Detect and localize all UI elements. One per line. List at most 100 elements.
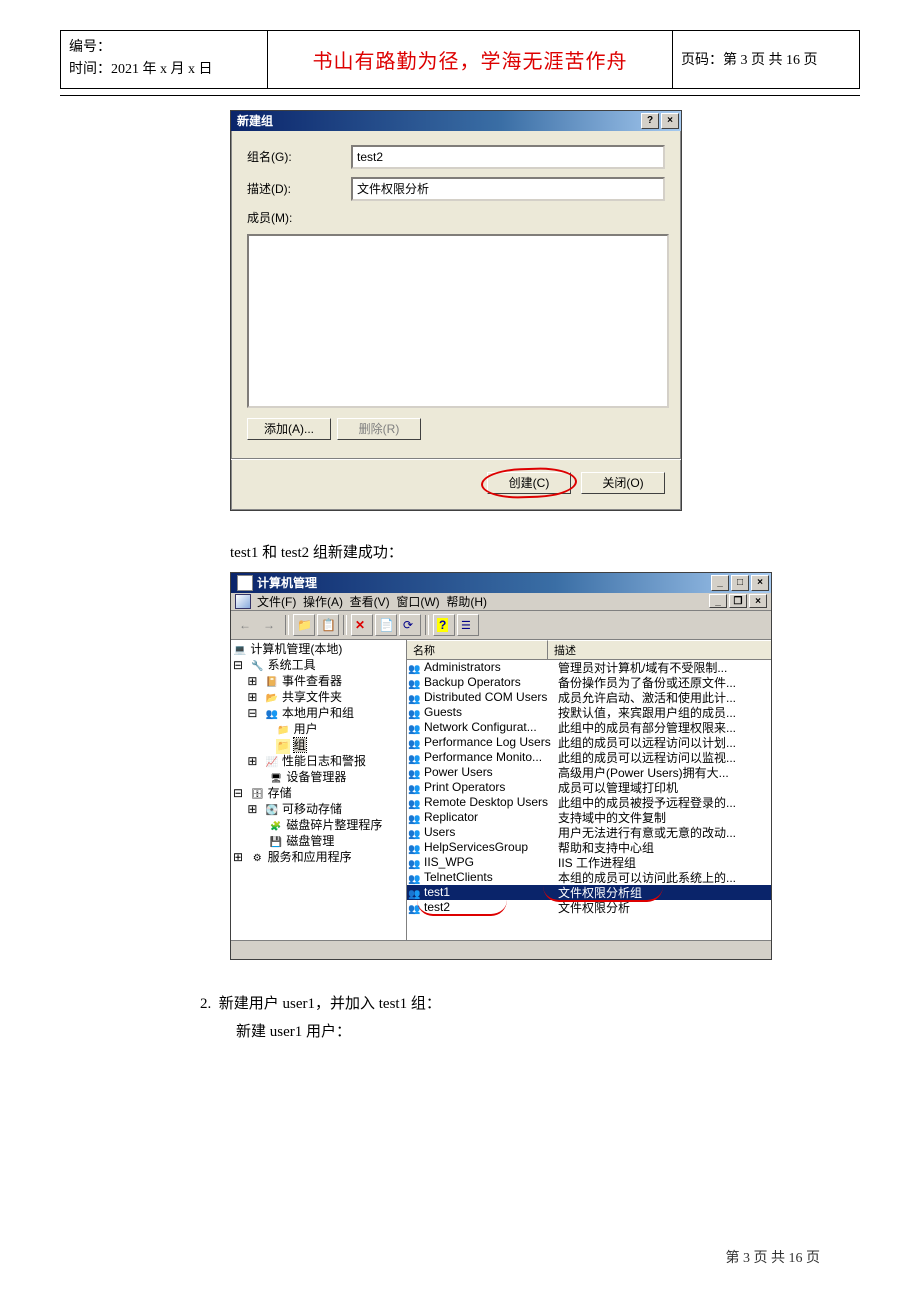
tree-localusers[interactable]: 本地用户和组 (282, 706, 354, 720)
group-row-telnetclients[interactable]: TelnetClients本组的成员可以访问此系统上的... (407, 870, 771, 885)
group-row-performance-monito-[interactable]: Performance Monito...此组的成员可以远程访问以监视... (407, 750, 771, 765)
group-row-iis-wpg[interactable]: IIS_WPGIIS 工作进程组 (407, 855, 771, 870)
group-row-test2[interactable]: test2文件权限分析 (407, 900, 771, 915)
tools-icon (250, 659, 264, 674)
header-motto-cell: 书山有路勤为径，学海无涯苦作舟 (268, 31, 673, 89)
list-header[interactable]: 名称 描述 (407, 640, 771, 660)
minimize-button[interactable]: _ (711, 575, 729, 591)
create-button[interactable]: 创建(C) (487, 472, 571, 494)
export-list-button[interactable] (375, 614, 397, 636)
mmc-icon (237, 575, 253, 591)
group-row-power-users[interactable]: Power Users高级用户(Power Users)拥有大... (407, 765, 771, 780)
group-icon (408, 826, 422, 839)
group-row-guests[interactable]: Guests按默认值，来宾跟用户组的成员... (407, 705, 771, 720)
tree-event[interactable]: 事件查看器 (282, 674, 342, 688)
properties-icon (321, 618, 335, 632)
menu-window[interactable]: 窗口(W) (396, 593, 439, 610)
properties-button[interactable] (317, 614, 339, 636)
add-button[interactable]: 添加(A)... (247, 418, 331, 440)
refresh-icon (403, 618, 417, 632)
tree-defrag[interactable]: 磁盘碎片整理程序 (286, 818, 382, 832)
close-dialog-button[interactable]: 关闭(O) (581, 472, 665, 494)
group-desc: 文件权限分析 (558, 899, 771, 916)
tree-view[interactable]: 计算机管理(本地) ⊟ 系统工具 ⊞ 事件查看器 ⊞ 共享文件夹 ⊟ 本地用户和… (231, 640, 406, 868)
motto-text: 书山有路勤为径，学海无涯苦作舟 (313, 51, 628, 73)
tree-dev[interactable]: 设备管理器 (286, 770, 346, 784)
group-row-network-configurat-[interactable]: Network Configurat...此组中的成员有部分管理权限来... (407, 720, 771, 735)
group-row-replicator[interactable]: Replicator支持域中的文件复制 (407, 810, 771, 825)
group-name: IIS_WPG (424, 855, 558, 869)
mdi-close-button[interactable]: × (749, 594, 767, 608)
menu-help[interactable]: 帮助(H) (446, 593, 487, 610)
mdi-minimize-button[interactable]: _ (709, 594, 727, 608)
tree-perf[interactable]: 性能日志和警报 (282, 754, 366, 768)
tree-root[interactable]: 计算机管理(本地) (250, 642, 342, 656)
close-icon: × (667, 115, 673, 126)
create-button-highlight: 创建(C) (487, 472, 571, 494)
group-row-print-operators[interactable]: Print Operators成员可以管理域打印机 (407, 780, 771, 795)
help-button-tb[interactable] (433, 614, 455, 636)
group-icon (408, 811, 422, 824)
group-icon (408, 841, 422, 854)
mdi-restore-button[interactable]: ❐ (729, 594, 747, 608)
refresh-button[interactable] (399, 614, 421, 636)
group-row-backup-operators[interactable]: Backup Operators备份操作员为了备份或还原文件... (407, 675, 771, 690)
group-name: TelnetClients (424, 870, 558, 884)
group-name: HelpServicesGroup (424, 840, 558, 854)
tree-systools[interactable]: 系统工具 (268, 658, 316, 672)
group-list[interactable]: Administrators管理员对计算机/域有不受限制...Backup Op… (407, 660, 771, 915)
group-row-test1[interactable]: test1文件权限分析组 (407, 885, 771, 900)
tree-shared[interactable]: 共享文件夹 (282, 690, 342, 704)
group-name: Users (424, 825, 558, 839)
tree-pane[interactable]: 计算机管理(本地) ⊟ 系统工具 ⊞ 事件查看器 ⊞ 共享文件夹 ⊟ 本地用户和… (231, 640, 407, 940)
group-name: Guests (424, 705, 558, 719)
window-close-button[interactable]: × (751, 575, 769, 591)
number-label: 编号： (69, 37, 259, 59)
tree-groups[interactable]: 组 (294, 738, 306, 752)
step-number: 2. (200, 996, 211, 1012)
doc-icon (235, 594, 251, 609)
col-desc[interactable]: 描述 (548, 640, 771, 659)
group-row-users[interactable]: Users用户无法进行有意或无意的改动... (407, 825, 771, 840)
group-row-helpservicesgroup[interactable]: HelpServicesGroup帮助和支持中心组 (407, 840, 771, 855)
group-name-input[interactable] (351, 145, 665, 169)
up-button[interactable] (293, 614, 315, 636)
disk-mgmt-icon (269, 835, 283, 850)
tree-services[interactable]: 服务和应用程序 (268, 850, 352, 864)
dialog-titlebar[interactable]: 新建组 ? × (231, 111, 681, 131)
group-name: Print Operators (424, 780, 558, 794)
tree-storage[interactable]: 存储 (268, 786, 292, 800)
tree-users[interactable]: 用户 (294, 722, 318, 736)
step-line2: 新建 user1 用户： (224, 1018, 820, 1047)
computer-management-window: 计算机管理 _ □ × 文件(F) 操作(A) 查看(V) 窗口(W) 帮助(H… (230, 572, 772, 960)
back-button[interactable] (235, 614, 257, 636)
header-page-cell: 页码：第 3 页 共 16 页 (673, 31, 860, 89)
group-row-remote-desktop-users[interactable]: Remote Desktop Users此组中的成员被授予远程登录的... (407, 795, 771, 810)
description-input[interactable] (351, 177, 665, 201)
group-name-label: 组名(G): (247, 148, 351, 165)
list-icon (461, 618, 475, 632)
views-button[interactable] (457, 614, 479, 636)
group-icon (408, 766, 422, 779)
group-icon (408, 781, 422, 794)
mmc-titlebar[interactable]: 计算机管理 _ □ × (231, 573, 771, 593)
tree-removable[interactable]: 可移动存储 (282, 802, 342, 816)
group-row-distributed-com-users[interactable]: Distributed COM Users成员允许启动、激活和使用此计... (407, 690, 771, 705)
menu-view[interactable]: 查看(V) (350, 593, 390, 610)
group-name: Power Users (424, 765, 558, 779)
group-row-administrators[interactable]: Administrators管理员对计算机/域有不受限制... (407, 660, 771, 675)
maximize-button[interactable]: □ (731, 575, 749, 591)
col-name[interactable]: 名称 (407, 640, 548, 659)
forward-button[interactable] (259, 614, 281, 636)
help-button[interactable]: ? (641, 113, 659, 129)
tree-diskmgmt[interactable]: 磁盘管理 (286, 834, 334, 848)
menu-action[interactable]: 操作(A) (303, 593, 343, 610)
group-row-performance-log-users[interactable]: Performance Log Users此组的成员可以远程访问以计划... (407, 735, 771, 750)
list-pane[interactable]: 名称 描述 Administrators管理员对计算机/域有不受限制...Bac… (407, 640, 771, 940)
delete-button[interactable] (351, 614, 373, 636)
members-listbox[interactable] (247, 234, 669, 408)
close-button[interactable]: × (661, 113, 679, 129)
menu-file[interactable]: 文件(F) (257, 593, 296, 610)
group-icon (408, 736, 422, 749)
shared-folders-icon (265, 691, 279, 706)
